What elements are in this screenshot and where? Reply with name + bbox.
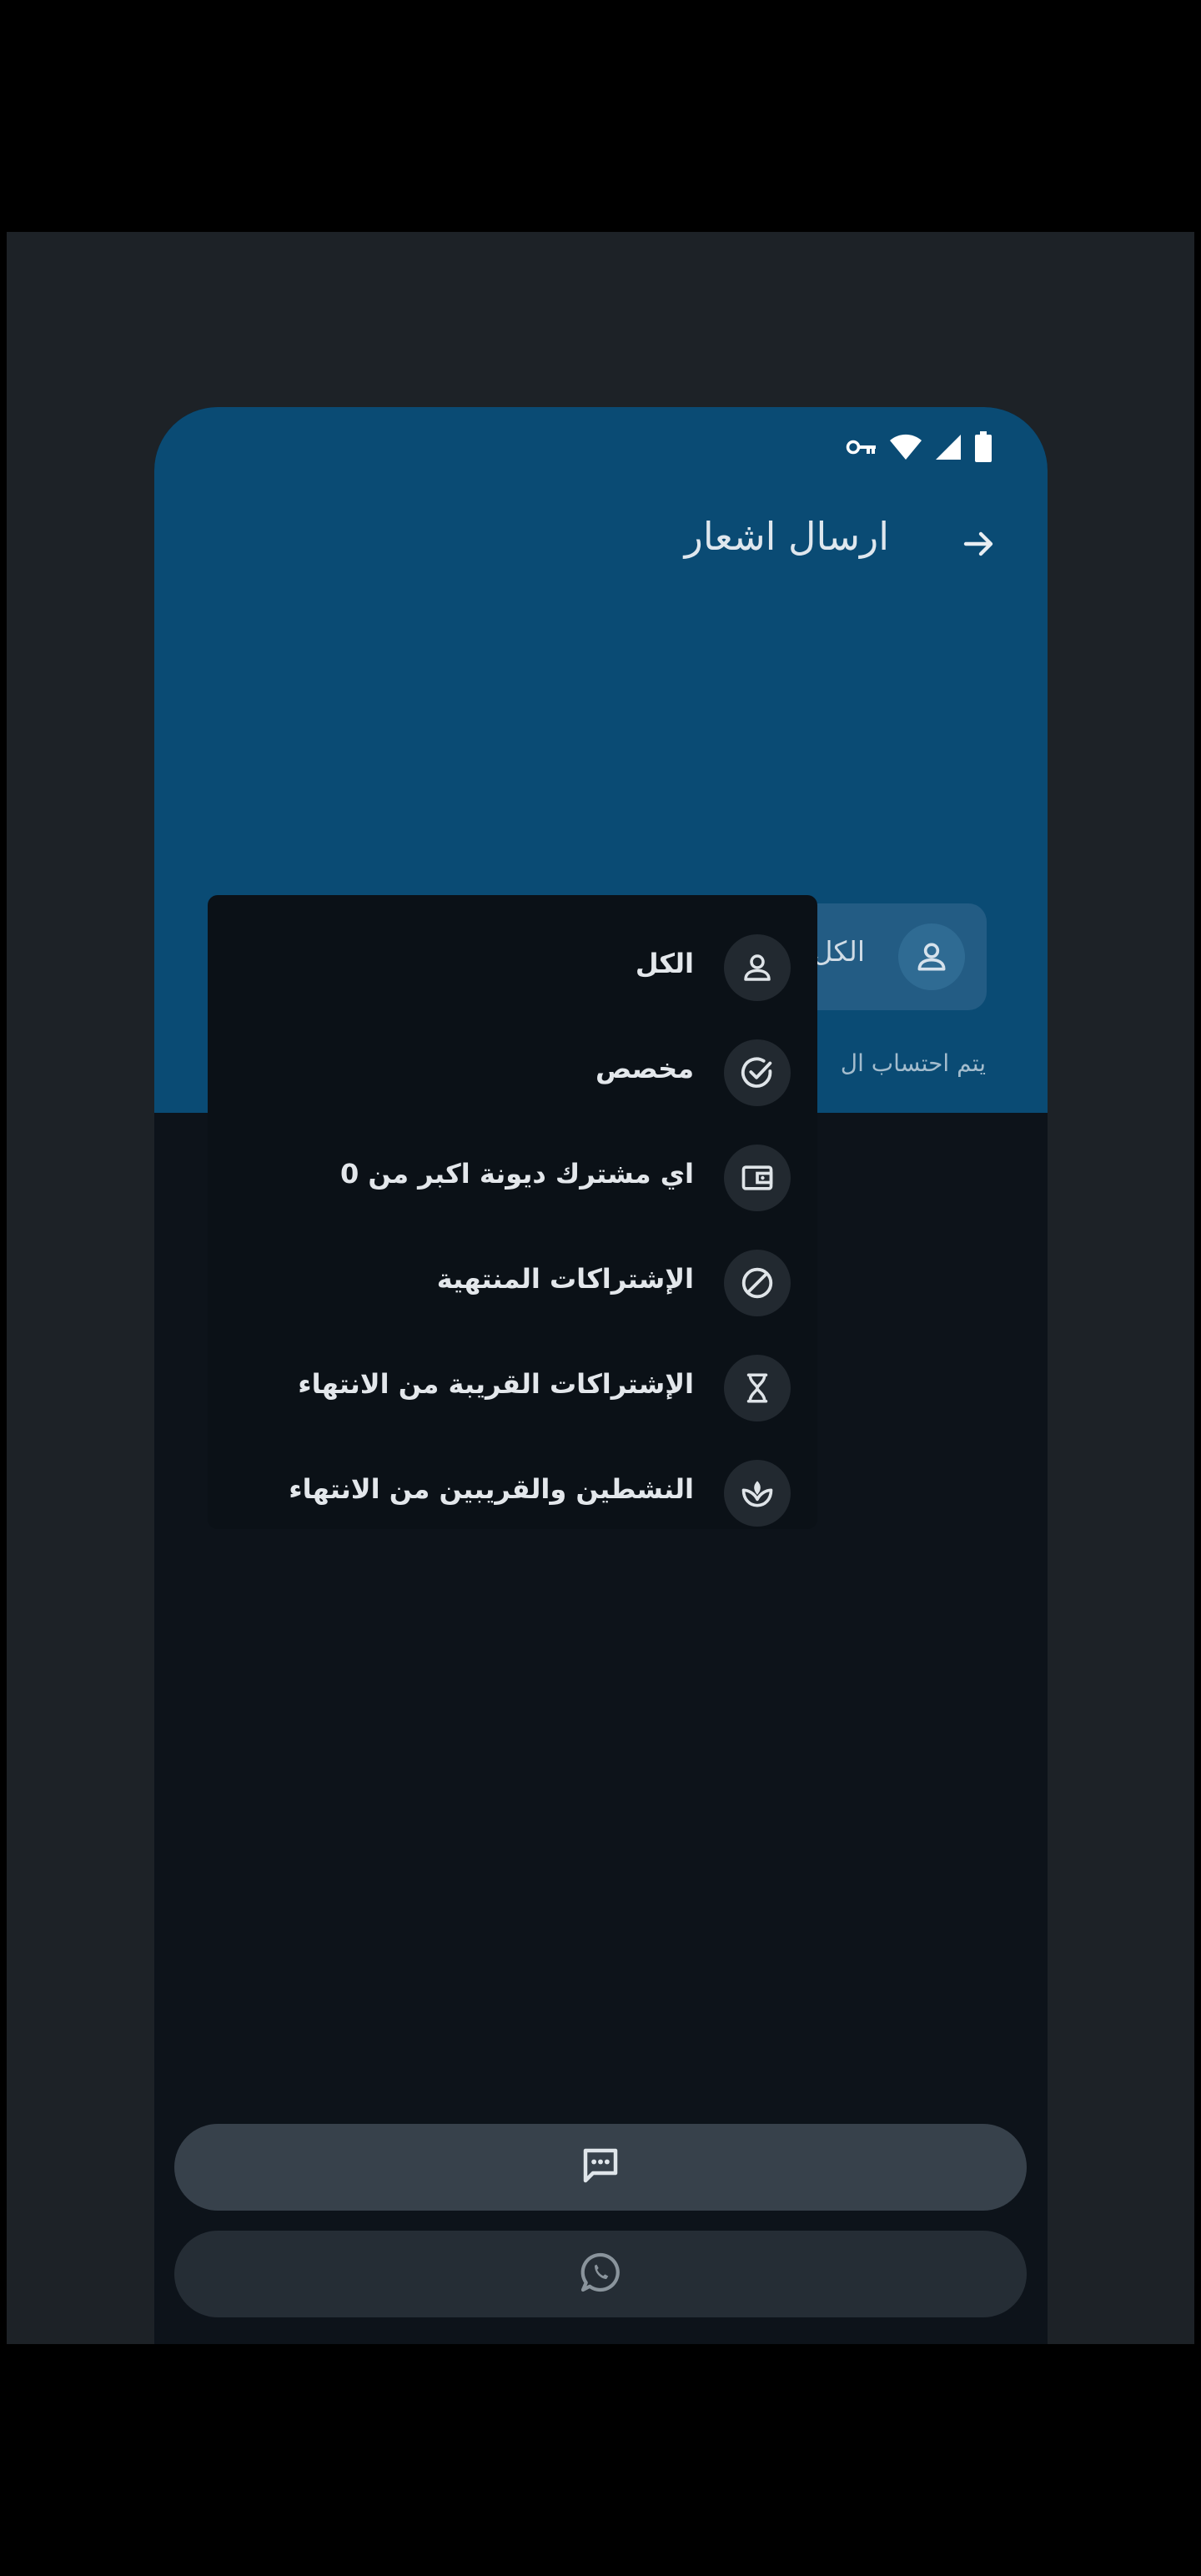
person-icon: [724, 934, 791, 1001]
wallet-icon: [724, 1145, 791, 1211]
send-whatsapp-button[interactable]: [174, 2231, 1027, 2317]
menu-item-label: الكل: [635, 948, 694, 979]
menu-item-custom[interactable]: مخصص: [208, 1019, 817, 1124]
message-icon: [578, 2143, 623, 2191]
status-bar: [846, 422, 992, 472]
recipient-menu: الكل مخصص اي مشترك ديونة اكبر من 0 الإشت…: [208, 895, 817, 1529]
signal-icon: [934, 433, 962, 461]
menu-item-debt[interactable]: اي مشترك ديونة اكبر من 0: [208, 1124, 817, 1230]
send-sms-button[interactable]: [174, 2124, 1027, 2211]
menu-item-expiring-soon[interactable]: الإشتراكات القريبة من الانتهاء: [208, 1335, 817, 1440]
battery-icon: [974, 431, 992, 463]
menu-item-label: الإشتراكات المنتهية: [436, 1263, 694, 1295]
title-bar: ارسال اشعار: [154, 499, 1048, 591]
hourglass-icon: [724, 1355, 791, 1421]
menu-item-all[interactable]: الكل: [208, 914, 817, 1019]
vpn-key-icon: [846, 438, 877, 456]
whatsapp-icon: [577, 2249, 624, 2299]
spa-icon: [724, 1460, 791, 1527]
recipient-dropdown-value: الكل: [812, 935, 865, 968]
arrow-right-icon: [959, 524, 999, 567]
person-icon: [898, 923, 965, 990]
wifi-icon: [889, 433, 922, 461]
screen: ارسال اشعار الكل يتم احتساب ال الكل مخصص…: [0, 0, 1201, 2576]
menu-item-expired[interactable]: الإشتراكات المنتهية: [208, 1230, 817, 1335]
menu-item-active-and-expiring[interactable]: النشطين والقريبين من الانتهاء: [208, 1440, 817, 1545]
menu-item-label: مخصص: [595, 1053, 694, 1084]
page-title: ارسال اشعار: [684, 514, 889, 559]
back-button[interactable]: [941, 507, 1018, 584]
menu-item-label: النشطين والقريبين من الانتهاء: [289, 1473, 694, 1505]
menu-item-label: اي مشترك ديونة اكبر من 0: [339, 1158, 694, 1190]
menu-item-label: الإشتراكات القريبة من الانتهاء: [298, 1368, 694, 1400]
check-circle-icon: [724, 1039, 791, 1106]
block-icon: [724, 1250, 791, 1316]
helper-text: يتم احتساب ال: [840, 1049, 986, 1077]
